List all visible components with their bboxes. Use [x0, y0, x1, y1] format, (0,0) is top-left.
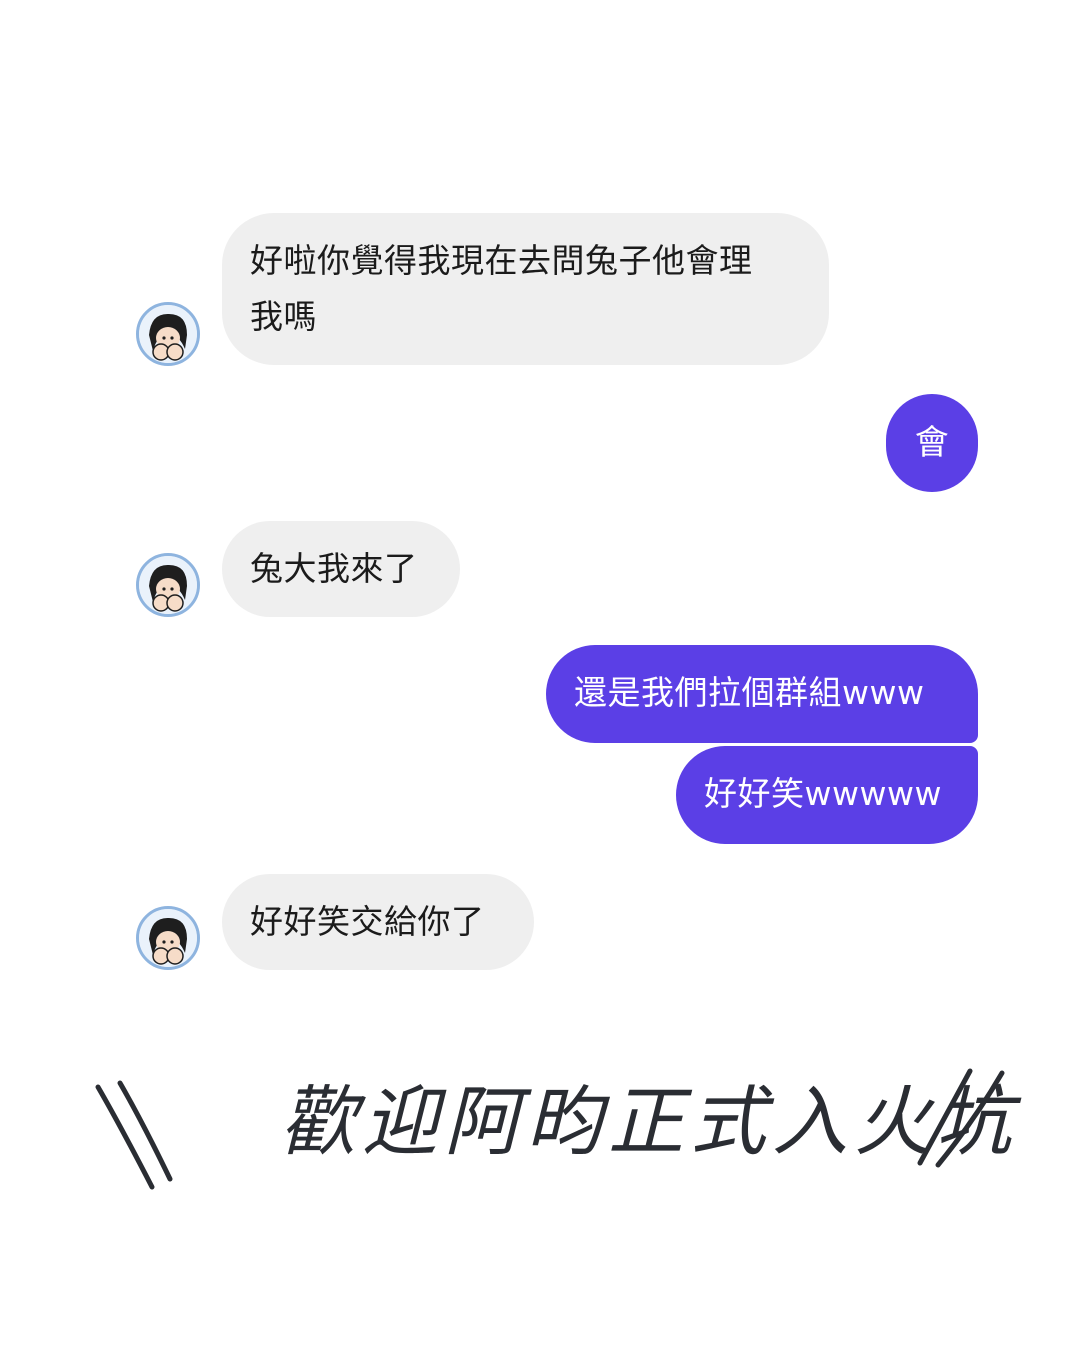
outgoing-message[interactable]: 會 — [886, 394, 978, 492]
welcome-banner: 歡迎阿昀正式入火坑 — [90, 1045, 1018, 1205]
incoming-message[interactable]: 兔大我來了 — [222, 521, 460, 617]
chat-thread: 好啦你覺得我現在去問兔子他會理 我嗎 會 兔大我來了 還是我們拉個群組www 好… — [0, 0, 1080, 1350]
girl-avatar-icon — [139, 556, 197, 614]
girl-avatar-icon — [139, 909, 197, 967]
girl-avatar-icon — [139, 305, 197, 363]
avatar-icon[interactable] — [136, 553, 200, 617]
banner-text: 歡迎阿昀正式入火坑 — [280, 1077, 1018, 1166]
avatar-icon[interactable] — [136, 906, 200, 970]
incoming-message[interactable]: 好啦你覺得我現在去問兔子他會理 我嗎 — [222, 213, 829, 365]
double-backslash-decoration — [95, 1080, 173, 1190]
avatar-icon[interactable] — [136, 302, 200, 366]
outgoing-message[interactable]: 還是我們拉個群組www — [546, 645, 978, 743]
incoming-message[interactable]: 好好笑交給你了 — [222, 874, 534, 970]
outgoing-message[interactable]: 好好笑wwwww — [676, 746, 978, 844]
